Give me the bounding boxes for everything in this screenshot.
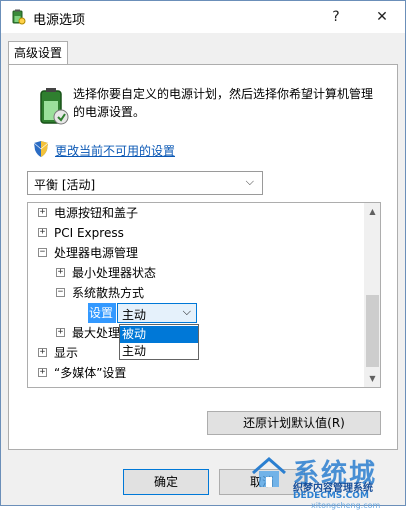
watermark-line1: 织梦内容管理系统	[293, 483, 373, 494]
expand-icon[interactable]: +	[38, 228, 47, 237]
uac-shield-icon	[33, 141, 49, 157]
tab-advanced-settings[interactable]: 高级设置	[8, 41, 68, 65]
chevron-down-icon: ⌵	[182, 305, 191, 318]
expand-icon[interactable]: +	[38, 368, 47, 377]
tree-item-label: “多媒体”设置	[54, 366, 127, 380]
tree-item-label: 电源按钮和盖子	[54, 206, 139, 220]
window-title: 电源选项	[33, 13, 86, 28]
battery-plan-icon	[40, 88, 69, 125]
cancel-button[interactable]: 取消	[219, 469, 305, 495]
tree-item-cooling-policy[interactable]: − 系统散热方式	[28, 283, 364, 303]
title-bar[interactable]: 电源选项 ? ✕	[1, 1, 405, 33]
power-options-window: 电源选项 ? ✕ 高级设置 选择你要自定义的电源计划，然后选择你希望计算机管理的…	[0, 0, 406, 510]
tree-item-power-buttons[interactable]: + 电源按钮和盖子	[28, 203, 364, 223]
power-options-icon	[12, 9, 26, 25]
tree-item-label: 系统散热方式	[72, 286, 145, 300]
tree-item-processor-power[interactable]: − 处理器电源管理	[28, 243, 364, 263]
tree-item-pci-express[interactable]: + PCI Express	[28, 223, 364, 243]
scroll-up-icon[interactable]: ▲	[364, 203, 380, 220]
setting-label: 设置	[88, 303, 116, 323]
tree-item-min-processor-state[interactable]: + 最小处理器状态	[28, 263, 364, 283]
watermark-brand: 系统城	[293, 459, 378, 489]
help-button[interactable]: ?	[313, 1, 359, 33]
scrollbar-thumb[interactable]	[366, 295, 379, 367]
option-active[interactable]: 主动	[120, 343, 198, 360]
expand-icon[interactable]: +	[56, 268, 65, 277]
cooling-policy-value: 主动	[122, 308, 147, 322]
power-plan-select[interactable]: 平衡 [活动] ⌵	[27, 171, 263, 195]
tree-item-multimedia[interactable]: + “多媒体”设置	[28, 363, 364, 383]
scroll-down-icon[interactable]: ▼	[364, 370, 380, 387]
advanced-settings-panel: 选择你要自定义的电源计划，然后选择你希望计算机管理的电源设置。 更改当前不可用的…	[8, 64, 398, 450]
option-passive[interactable]: 被动	[120, 326, 198, 343]
cooling-policy-select[interactable]: 主动 ⌵	[117, 303, 197, 323]
power-plan-value: 平衡 [活动]	[34, 178, 96, 192]
restore-defaults-button[interactable]: 还原计划默认值(R)	[207, 411, 381, 435]
collapse-icon[interactable]: −	[38, 248, 47, 257]
tree-item-label: 最大处理	[72, 326, 121, 340]
power-settings-tree[interactable]: + 电源按钮和盖子 + PCI Express − 处理器电源管理 + 最小处理…	[27, 202, 381, 388]
collapse-icon[interactable]: −	[56, 288, 65, 297]
cooling-policy-dropdown: 被动 主动	[119, 324, 199, 360]
expand-icon[interactable]: +	[38, 348, 47, 357]
tree-item-label: 最小处理器状态	[72, 266, 157, 280]
expand-icon[interactable]: +	[56, 328, 65, 337]
change-unavailable-settings-link[interactable]: 更改当前不可用的设置	[55, 142, 175, 159]
tree-item-label: PCI Express	[54, 226, 124, 240]
expand-icon[interactable]: +	[38, 208, 47, 217]
plan-description: 选择你要自定义的电源计划，然后选择你希望计算机管理的电源设置。	[73, 87, 374, 119]
ok-button[interactable]: 确定	[123, 469, 209, 495]
tree-scrollbar[interactable]: ▲ ▼	[364, 203, 380, 387]
tree-item-label: 处理器电源管理	[54, 246, 139, 260]
tree-item-label: 显示	[54, 346, 79, 360]
chevron-down-icon: ⌵	[245, 175, 254, 188]
close-button[interactable]: ✕	[359, 1, 405, 33]
